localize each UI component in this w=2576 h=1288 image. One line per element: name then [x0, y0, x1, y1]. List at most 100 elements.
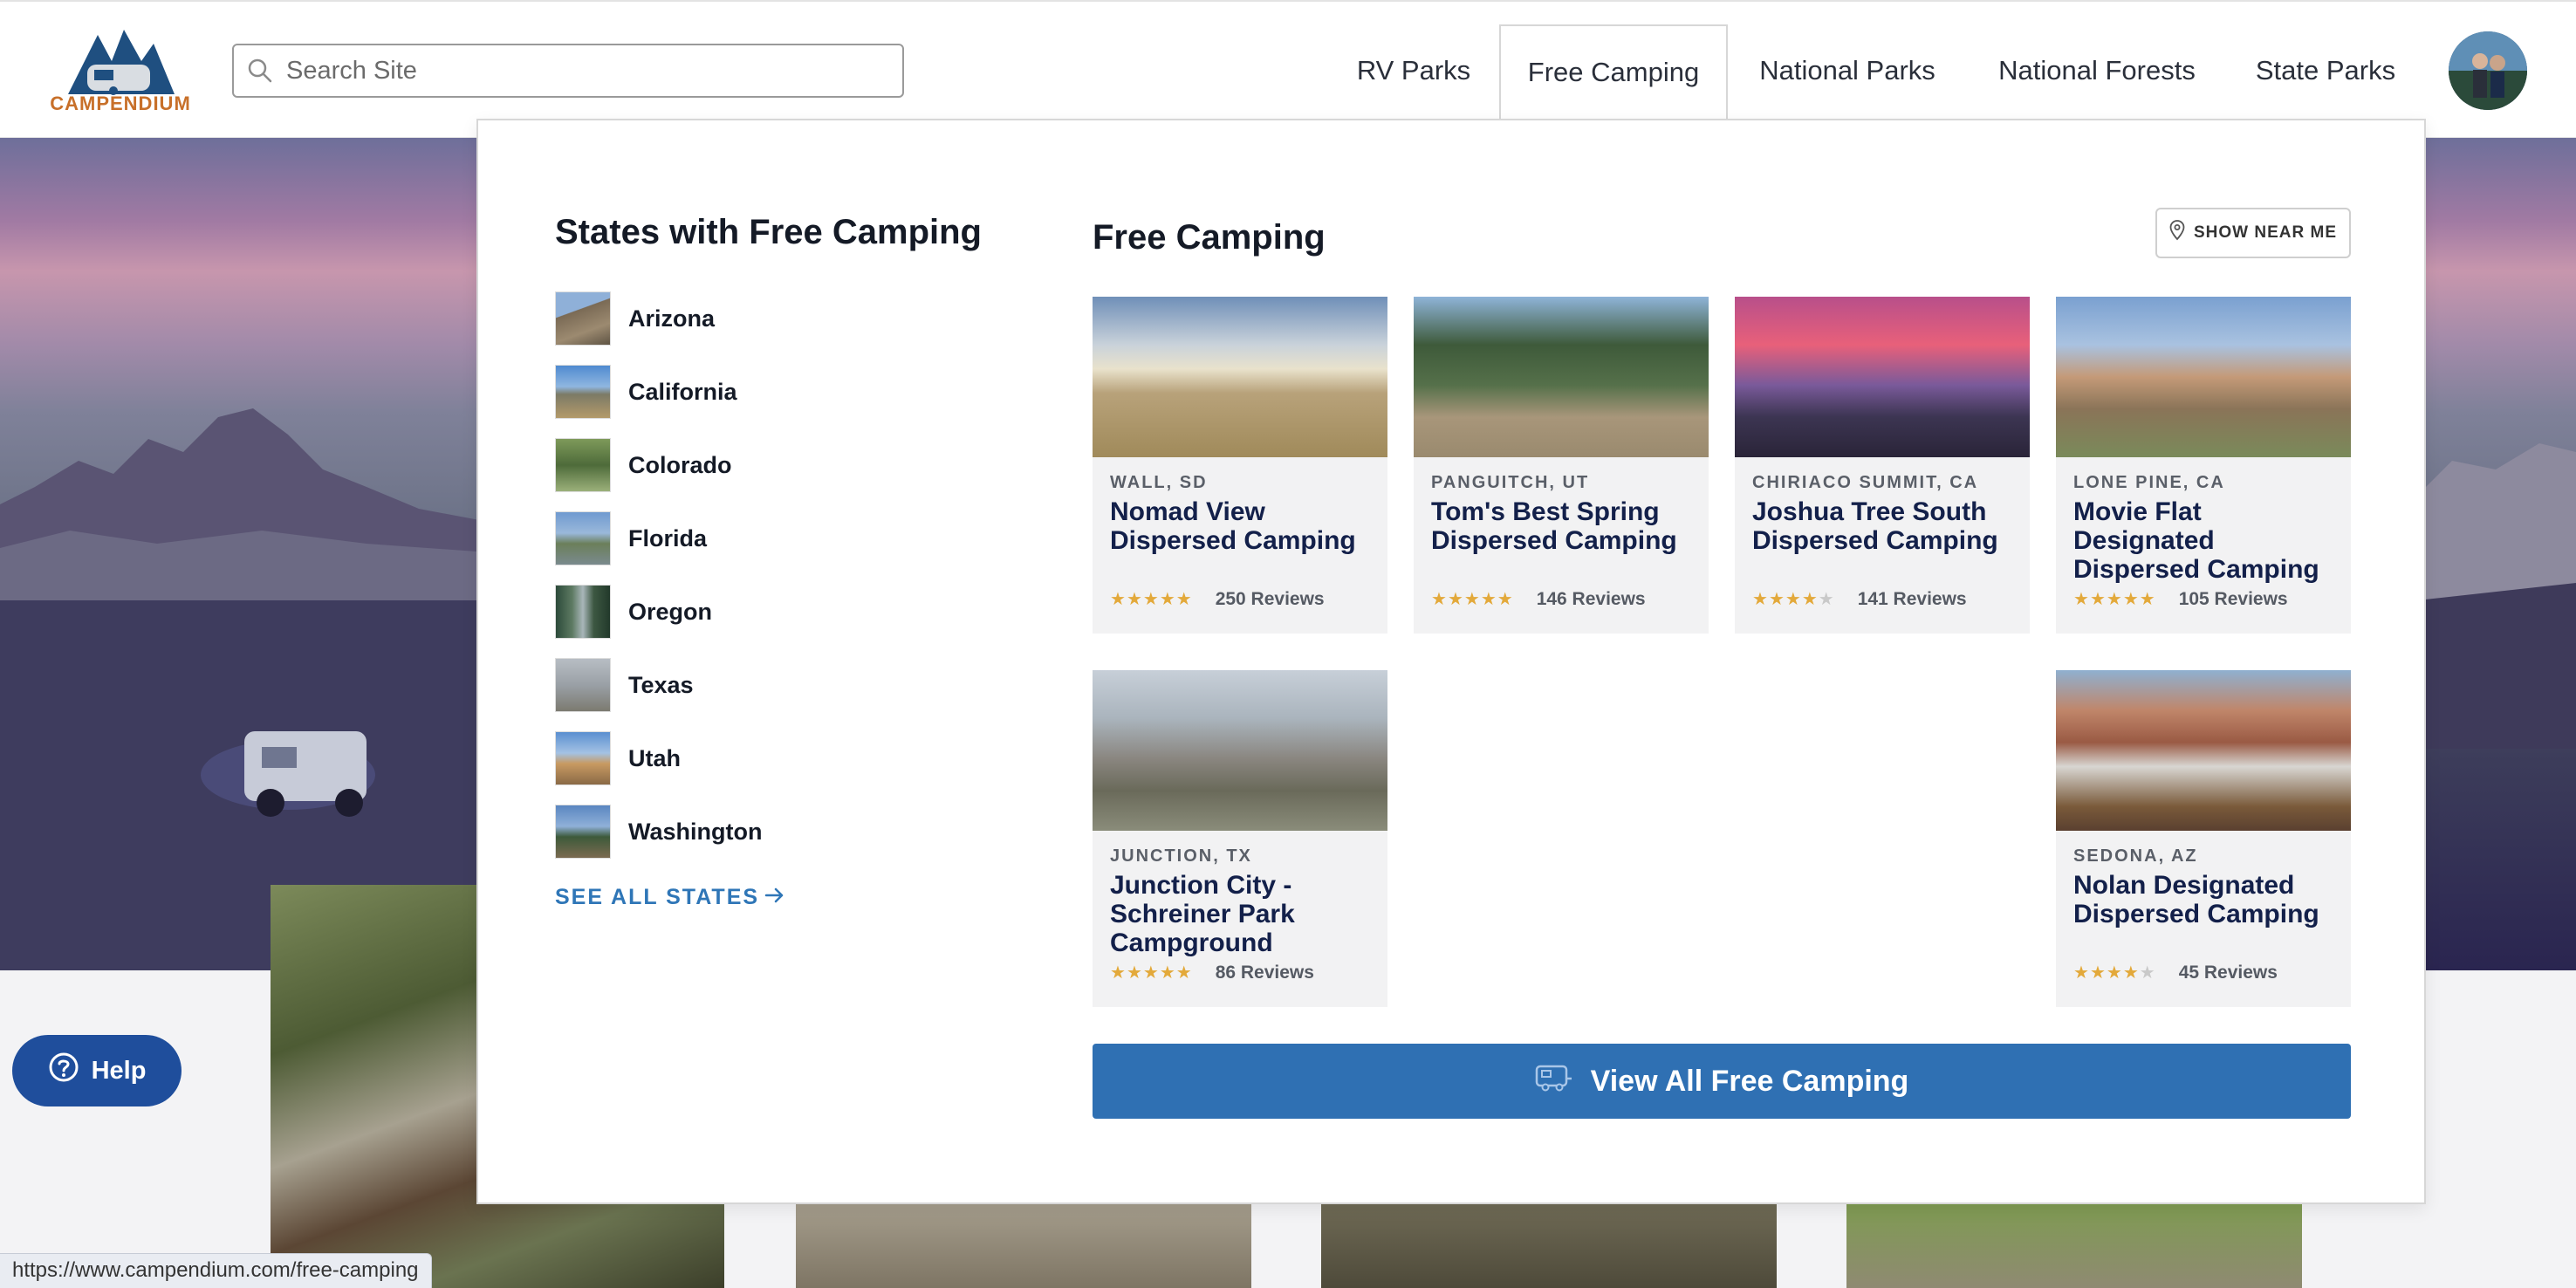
card-footer: ★★★★★ 105 Reviews [2073, 588, 2288, 610]
star-filled-icon: ★ [2106, 963, 2123, 983]
states-heading: States with Free Camping [555, 213, 982, 251]
state-link-washington[interactable]: Washington [555, 805, 762, 859]
review-count: 45 Reviews [2178, 962, 2278, 983]
help-question-icon [48, 1052, 79, 1090]
state-name: Florida [628, 524, 708, 552]
star-filled-icon: ★ [1126, 590, 1143, 609]
campsite-card[interactable]: JUNCTION, TX Junction City - Schreiner P… [1093, 670, 1387, 1007]
state-name: Texas [628, 671, 694, 698]
campsite-card[interactable]: WALL, SD Nomad View Dispersed Camping ★★… [1093, 297, 1387, 634]
state-link-oregon[interactable]: Oregon [555, 585, 712, 639]
state-thumbnail [555, 585, 611, 639]
site-header: CAMPENDIUM RV Parks Free Camping Nationa… [0, 0, 2576, 138]
campsite-location: WALL, SD [1110, 473, 1208, 492]
view-all-free-camping-button[interactable]: View All Free Camping [1093, 1044, 2351, 1119]
state-thumbnail [555, 805, 611, 859]
star-filled-icon: ★ [1768, 590, 1785, 609]
free-camping-dropdown: States with Free Camping Arizona Califor… [476, 119, 2426, 1204]
nav-national-parks[interactable]: National Parks [1747, 24, 1948, 117]
review-count: 250 Reviews [1215, 588, 1325, 609]
star-filled-icon: ★ [1110, 963, 1127, 983]
state-link-utah[interactable]: Utah [555, 731, 681, 785]
campsite-card[interactable]: LONE PINE, CA Movie Flat Designated Disp… [2056, 297, 2351, 634]
state-thumbnail [555, 365, 611, 419]
star-rating: ★★★★★ [1431, 588, 1514, 610]
star-filled-icon: ★ [2122, 963, 2140, 983]
state-link-arizona[interactable]: Arizona [555, 291, 715, 346]
star-filled-icon: ★ [2089, 590, 2107, 609]
card-footer: ★★★★★ 250 Reviews [1110, 588, 1325, 610]
free-camping-heading: Free Camping [1093, 218, 1326, 257]
see-all-states-link[interactable]: SEE ALL STATES [555, 885, 785, 910]
card-footer: ★★★★★ 141 Reviews [1752, 588, 1967, 610]
state-name: Utah [628, 744, 681, 771]
star-filled-icon: ★ [1142, 963, 1160, 983]
state-link-colorado[interactable]: Colorado [555, 438, 732, 492]
location-pin-icon [2169, 220, 2185, 246]
state-thumbnail [555, 511, 611, 565]
campsite-image [1093, 670, 1387, 831]
nav-national-forests[interactable]: National Forests [1990, 24, 2204, 117]
star-filled-icon: ★ [2122, 590, 2140, 609]
arrow-right-icon [764, 885, 785, 910]
browser-status-url: https://www.campendium.com/free-camping [0, 1253, 432, 1288]
state-name: Oregon [628, 598, 713, 625]
view-all-label: View All Free Camping [1590, 1064, 1909, 1098]
card-footer: ★★★★★ 146 Reviews [1431, 588, 1646, 610]
campsite-name: Nolan Designated Dispersed Camping [2073, 871, 2319, 928]
nav-rv-parks[interactable]: RV Parks [1344, 24, 1483, 117]
campsite-name: Tom's Best Spring Dispersed Camping [1431, 497, 1677, 555]
star-filled-icon: ★ [1175, 590, 1193, 609]
star-filled-icon: ★ [1463, 590, 1481, 609]
star-filled-icon: ★ [1110, 590, 1127, 609]
star-filled-icon: ★ [1431, 590, 1448, 609]
campsite-photo[interactable] [796, 1204, 1251, 1288]
star-rating: ★★★★★ [1110, 962, 1193, 983]
star-filled-icon: ★ [1175, 963, 1193, 983]
state-thumbnail [555, 658, 611, 712]
show-near-me-button[interactable]: SHOW NEAR ME [2155, 208, 2351, 258]
state-link-california[interactable]: California [555, 365, 737, 419]
campsite-card[interactable]: PANGUITCH, UT Tom's Best Spring Disperse… [1414, 297, 1709, 634]
star-filled-icon: ★ [2106, 590, 2123, 609]
star-filled-icon: ★ [1480, 590, 1497, 609]
campsite-name: Junction City - Schreiner Park Campgroun… [1110, 871, 1295, 957]
card-footer: ★★★★★ 86 Reviews [1110, 962, 1314, 983]
nav-free-camping[interactable]: Free Camping [1499, 24, 1728, 124]
star-empty-icon: ★ [2139, 963, 2156, 983]
campsite-photo[interactable] [1846, 1204, 2302, 1288]
help-label: Help [91, 1056, 147, 1085]
campsite-image [2056, 670, 2351, 831]
star-filled-icon: ★ [1752, 590, 1769, 609]
campsite-image [1414, 297, 1709, 457]
star-filled-icon: ★ [2089, 963, 2107, 983]
show-near-me-label: SHOW NEAR ME [2194, 223, 2337, 242]
star-empty-icon: ★ [1818, 590, 1835, 609]
star-filled-icon: ★ [1785, 590, 1802, 609]
star-filled-icon: ★ [1159, 590, 1176, 609]
card-footer: ★★★★★ 45 Reviews [2073, 962, 2278, 983]
campsite-photo[interactable] [1321, 1204, 1777, 1288]
nav-state-parks[interactable]: State Parks [2248, 24, 2403, 117]
star-rating: ★★★★★ [2073, 588, 2156, 610]
state-link-texas[interactable]: Texas [555, 658, 694, 712]
campsite-name: Joshua Tree South Dispersed Camping [1752, 497, 1998, 555]
state-name: Washington [628, 818, 763, 845]
campsite-image [1093, 297, 1387, 457]
campsite-card[interactable]: SEDONA, AZ Nolan Designated Dispersed Ca… [2056, 670, 2351, 1007]
campsite-location: PANGUITCH, UT [1431, 473, 1590, 492]
star-rating: ★★★★★ [1110, 588, 1193, 610]
review-count: 86 Reviews [1215, 962, 1314, 983]
campsite-card[interactable]: CHIRIACO SUMMIT, CA Joshua Tree South Di… [1735, 297, 2030, 634]
star-filled-icon: ★ [2073, 963, 2090, 983]
state-name: Colorado [628, 451, 732, 478]
help-button[interactable]: Help [12, 1035, 182, 1106]
state-name: California [628, 378, 737, 405]
state-link-florida[interactable]: Florida [555, 511, 707, 565]
state-thumbnail [555, 731, 611, 785]
hero-mountains-left [0, 408, 489, 618]
campsite-image [1735, 297, 2030, 457]
campsite-location: JUNCTION, TX [1110, 846, 1252, 866]
campsite-name: Movie Flat Designated Dispersed Camping [2073, 497, 2319, 584]
user-avatar[interactable] [2449, 31, 2527, 110]
